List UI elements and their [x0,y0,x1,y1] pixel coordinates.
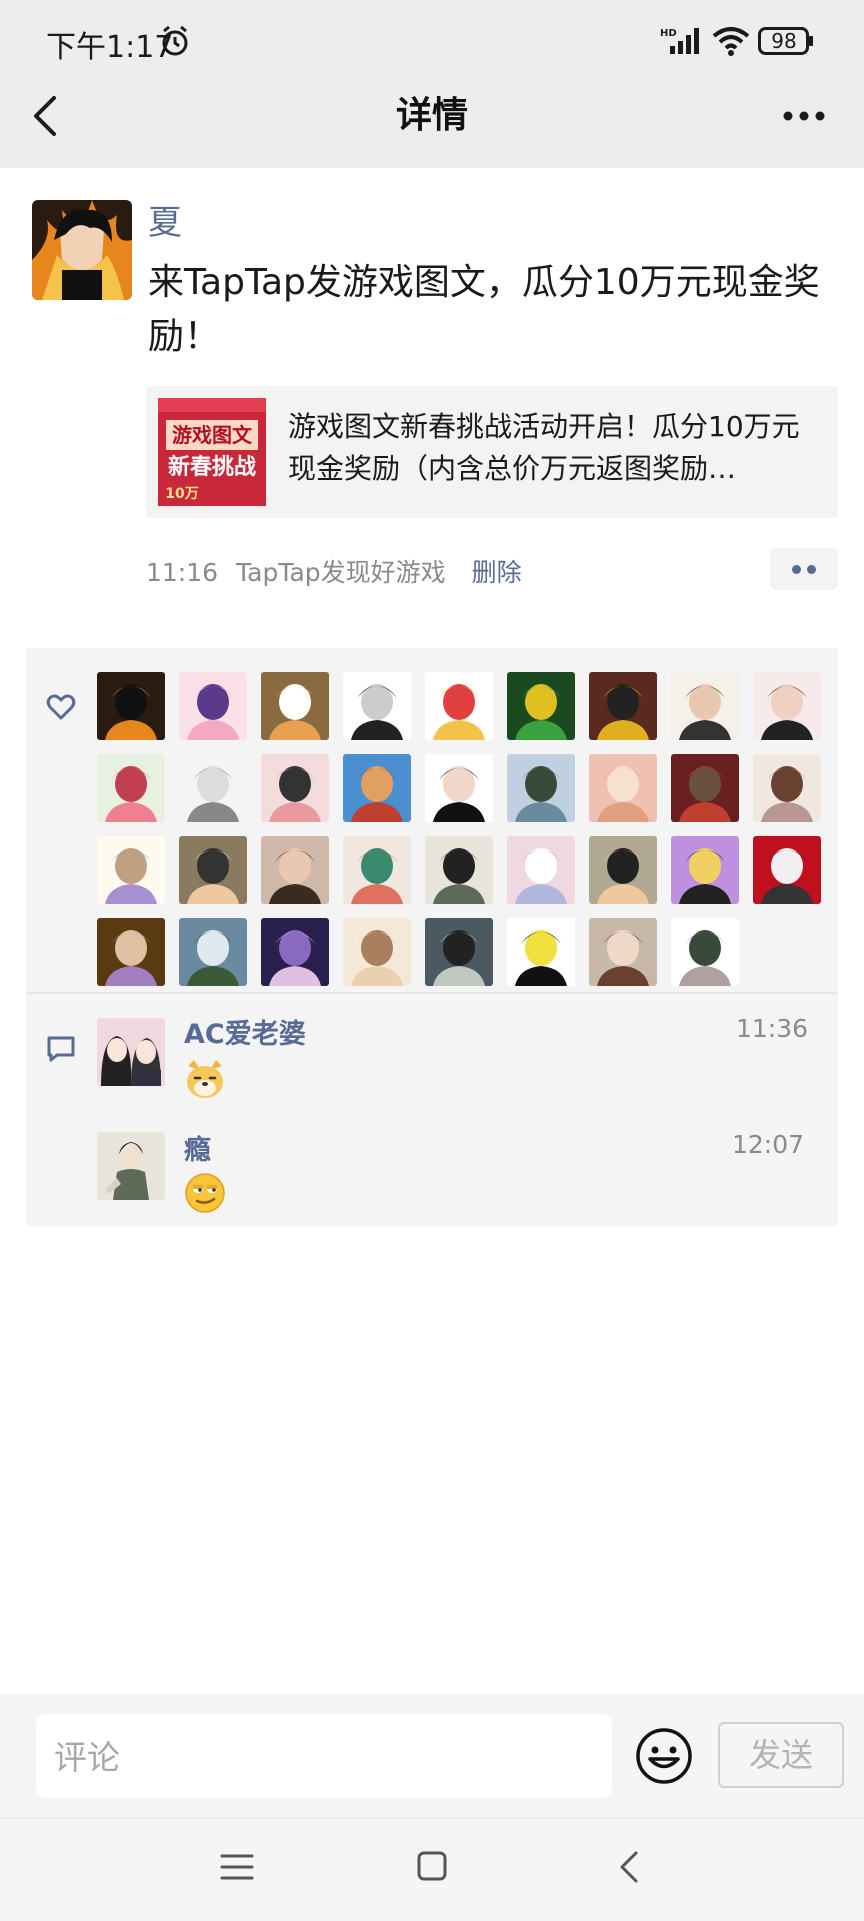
network-label: HD [660,28,677,39]
liker-avatar[interactable] [425,754,493,822]
thumb-text-tag: 10万 [165,486,198,502]
post-author-name[interactable]: 夏 [148,200,182,246]
comment-bubble-icon [47,1036,75,1062]
liker-avatar[interactable] [671,672,739,740]
post-actions-button[interactable] [770,548,838,590]
liker-avatar[interactable] [179,672,247,740]
liker-avatar[interactable] [507,918,575,986]
comment-time: 11:36 [736,1014,809,1043]
dot-icon [792,565,801,574]
more-dots-icon[interactable] [782,110,826,122]
home-icon[interactable] [416,1850,448,1882]
liker-avatar[interactable] [261,672,329,740]
liker-avatar[interactable] [97,918,165,986]
comment-time: 12:07 [732,1130,805,1159]
liker-avatar[interactable] [753,754,821,822]
dot-icon [807,565,816,574]
back-icon[interactable] [618,1850,640,1884]
liker-avatar[interactable] [507,754,575,822]
signal-icon: HD [660,28,699,54]
link-thumbnail: 游戏图文 新春挑战 10万 [158,398,266,506]
liker-avatar[interactable] [589,672,657,740]
liker-avatar[interactable] [343,754,411,822]
post-author-avatar[interactable] [32,200,132,300]
liker-avatar[interactable] [179,754,247,822]
liker-avatar[interactable] [425,672,493,740]
liker-avatar[interactable] [97,836,165,904]
liker-avatar[interactable] [589,836,657,904]
commenter-avatar[interactable] [97,1132,165,1200]
liker-avatar[interactable] [343,836,411,904]
smirk-emoji [185,1173,225,1213]
liker-avatar[interactable] [753,836,821,904]
liker-avatar[interactable] [261,918,329,986]
liker-avatar[interactable] [179,918,247,986]
post-time: 11:16 [146,558,219,587]
wifi-icon [712,27,750,56]
liker-avatar[interactable] [97,754,165,822]
liker-avatar[interactable] [261,754,329,822]
thumb-text-bottom: 新春挑战 [168,454,256,480]
liker-avatar[interactable] [671,836,739,904]
commenter-avatar[interactable] [97,1018,165,1086]
post-source[interactable]: TapTap发现好游戏 [236,558,446,587]
dog-face-emoji [187,1060,223,1098]
liker-avatar[interactable] [97,672,165,740]
thumb-text-top: 游戏图文 [172,423,253,447]
post-text: 来TapTap发游戏图文，瓜分10万元现金奖励！ [148,262,820,357]
commenter-name[interactable]: AC爱老婆 [184,1012,306,1051]
liker-avatar[interactable] [507,836,575,904]
link-title: 游戏图文新春挑战活动开启！瓜分10万元现金奖励（内含总价万元返图奖励… [288,410,800,485]
liker-avatar[interactable] [671,918,739,986]
comment-input[interactable] [36,1714,612,1798]
liker-avatar[interactable] [261,836,329,904]
liker-avatar[interactable] [671,754,739,822]
post-meta: 11:16 TapTap发现好游戏 删除 [146,556,522,590]
liker-avatar[interactable] [589,918,657,986]
comment-placeholder: 评论 [54,1738,120,1777]
send-button[interactable]: 发送 [718,1722,844,1788]
liker-avatar[interactable] [753,672,821,740]
liker-avatar[interactable] [425,836,493,904]
liker-avatar[interactable] [589,754,657,822]
battery-level: 98 [771,29,797,53]
alarm-icon [162,25,188,56]
heart-icon [46,694,76,720]
menu-icon[interactable] [220,1852,254,1882]
status-time: 下午1:17 [46,30,174,65]
page-title: 详情 [395,95,468,136]
delete-link[interactable]: 删除 [472,558,522,587]
commenter-name[interactable]: 瘾 [184,1128,211,1167]
liker-avatar[interactable] [343,672,411,740]
smiley-icon[interactable] [634,1726,694,1786]
liker-avatar[interactable] [425,918,493,986]
liker-avatar[interactable] [343,918,411,986]
liker-avatar[interactable] [507,672,575,740]
liker-avatar[interactable] [179,836,247,904]
